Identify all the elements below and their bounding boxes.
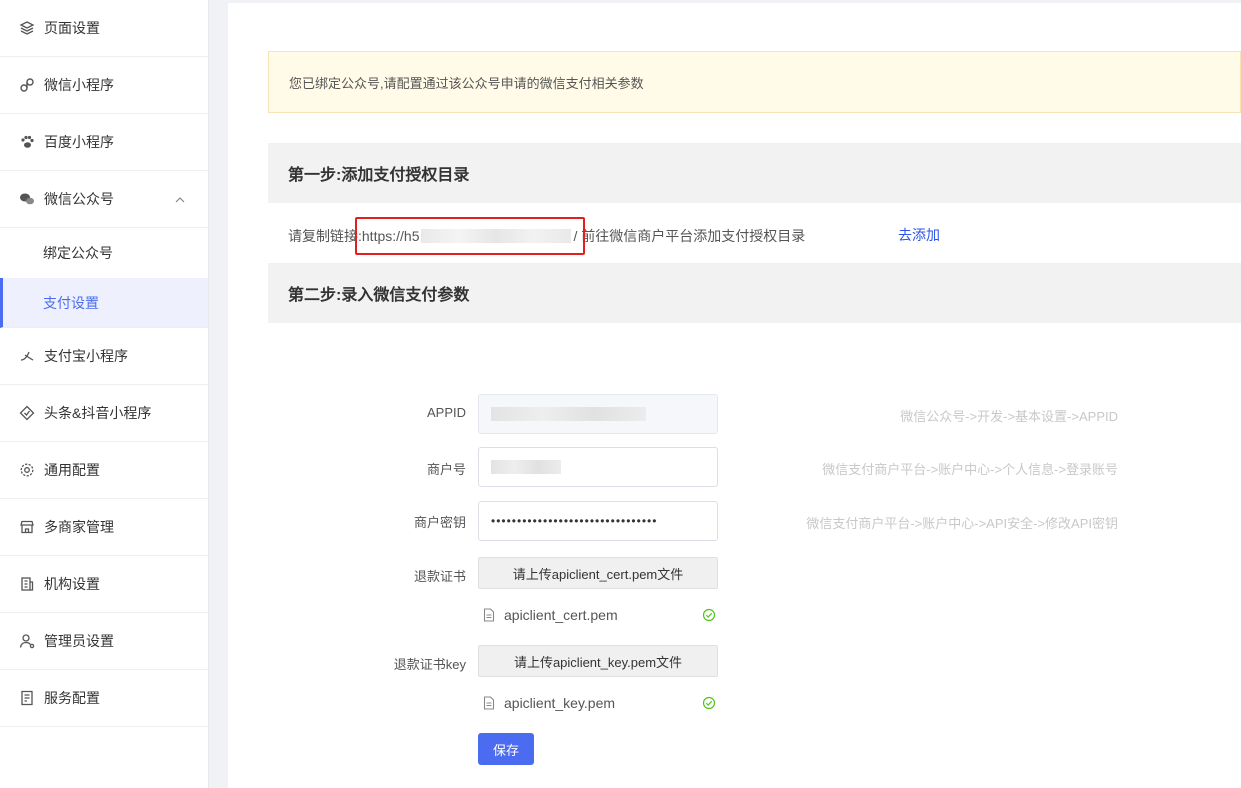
link-icon <box>18 76 36 94</box>
upload-cert-label: 请上传apiclient_cert.pem文件 <box>512 566 684 582</box>
step1-title: 第一步:添加支付授权目录 <box>288 167 470 184</box>
sidebar-item-label: 通用配置 <box>44 462 100 478</box>
sidebar-subitem-bind-official[interactable]: 绑定公众号 <box>0 228 208 278</box>
url-highlight-box <box>355 217 585 255</box>
sidebar-item-label: 头条&抖音小程序 <box>44 405 152 421</box>
gear-icon <box>18 461 36 479</box>
store-icon <box>18 518 36 536</box>
file-icon <box>482 608 496 622</box>
sidebar-item-label: 管理员设置 <box>44 633 114 649</box>
wechat-icon <box>18 190 36 208</box>
merchant-secret-label: 商户密钥 <box>413 515 466 530</box>
sidebar-item-label: 多商家管理 <box>44 519 114 535</box>
sidebar-item-label: 机构设置 <box>44 576 100 592</box>
main-content: 您已绑定公众号,请配置通过该公众号申请的微信支付相关参数 第一步:添加支付授权目… <box>228 3 1241 788</box>
merchant-secret-hint: 微信支付商户平台->账户中心->API安全->修改API密钥 <box>806 516 1118 531</box>
sidebar-item-label: 微信小程序 <box>44 77 114 93</box>
sidebar-item-general-config[interactable]: 通用配置 <box>0 442 208 499</box>
sidebar-item-baidu-miniprogram[interactable]: 百度小程序 <box>0 114 208 171</box>
refund-key-label: 退款证书key <box>393 657 466 672</box>
sidebar-item-label: 服务配置 <box>44 690 100 706</box>
key-file-row: apiclient_key.pem <box>482 691 716 715</box>
notice-text: 您已绑定公众号,请配置通过该公众号申请的微信支付相关参数 <box>289 75 644 91</box>
sidebar-item-service-config[interactable]: 服务配置 <box>0 670 208 727</box>
cert-file-row: apiclient_cert.pem <box>482 603 716 627</box>
merchant-id-input[interactable] <box>478 447 718 487</box>
step1-header: 第一步:添加支付授权目录 <box>268 143 1241 203</box>
appid-input[interactable] <box>478 394 718 434</box>
sidebar-subitem-payment-settings[interactable]: 支付设置 <box>0 278 208 328</box>
sidebar-item-wechat-miniprogram[interactable]: 微信小程序 <box>0 57 208 114</box>
merchant-id-hint: 微信支付商户平台->账户中心->个人信息->登录账号 <box>822 462 1118 477</box>
upload-cert-button[interactable]: 请上传apiclient_cert.pem文件 <box>478 557 718 589</box>
sidebar-subitem-label: 绑定公众号 <box>43 245 113 261</box>
sidebar-item-wechat-official[interactable]: 微信公众号 <box>0 171 208 228</box>
merchant-id-masked-value <box>491 460 561 474</box>
upload-key-label: 请上传apiclient_key.pem文件 <box>513 654 683 670</box>
building-icon <box>18 575 36 593</box>
auth-dir-instruction: / 前往微信商户平台添加支付授权目录 <box>573 228 806 244</box>
alipay-icon <box>18 347 36 365</box>
step2-title: 第二步:录入微信支付参数 <box>288 287 470 304</box>
appid-label: APPID <box>426 405 466 420</box>
merchant-secret-input[interactable]: •••••••••••••••••••••••••••••••• <box>478 501 718 541</box>
document-icon <box>18 689 36 707</box>
go-add-link[interactable]: 去添加 <box>898 225 940 245</box>
file-icon <box>482 696 496 710</box>
sidebar-item-label: 页面设置 <box>44 20 100 36</box>
toutiao-icon <box>18 404 36 422</box>
save-button[interactable]: 保存 <box>478 733 534 765</box>
sidebar-item-page-settings[interactable]: 页面设置 <box>0 0 208 57</box>
check-circle-icon <box>702 696 716 710</box>
upload-key-button[interactable]: 请上传apiclient_key.pem文件 <box>478 645 718 677</box>
sidebar-item-admin-settings[interactable]: 管理员设置 <box>0 613 208 670</box>
merchant-secret-value: •••••••••••••••••••••••••••••••• <box>491 514 658 528</box>
cert-file-name: apiclient_cert.pem <box>504 607 618 623</box>
refund-cert-label: 退款证书 <box>413 569 466 584</box>
sidebar-item-multi-merchant[interactable]: 多商家管理 <box>0 499 208 556</box>
chevron-up-icon[interactable] <box>174 193 186 205</box>
sidebar-item-label: 百度小程序 <box>44 134 114 150</box>
sidebar-item-label: 支付宝小程序 <box>44 348 128 364</box>
sidebar-item-toutiao-douyin[interactable]: 头条&抖音小程序 <box>0 385 208 442</box>
key-file-name: apiclient_key.pem <box>504 695 616 711</box>
copy-link-prefix: 请复制链接: <box>288 228 362 244</box>
paw-icon <box>18 133 36 151</box>
appid-masked-value <box>491 407 646 421</box>
layers-icon <box>18 19 36 37</box>
sidebar-item-alipay-miniprogram[interactable]: 支付宝小程序 <box>0 328 208 385</box>
sidebar-item-label: 微信公众号 <box>44 191 114 207</box>
check-circle-icon <box>702 608 716 622</box>
notice-banner: 您已绑定公众号,请配置通过该公众号申请的微信支付相关参数 <box>268 51 1241 113</box>
step2-header: 第二步:录入微信支付参数 <box>268 263 1241 323</box>
user-icon <box>18 632 36 650</box>
merchant-id-label: 商户号 <box>426 462 466 477</box>
sidebar-item-organization[interactable]: 机构设置 <box>0 556 208 613</box>
sidebar-subitem-label: 支付设置 <box>43 294 99 311</box>
appid-hint: 微信公众号->开发->基本设置->APPID <box>900 409 1118 424</box>
sidebar: 页面设置 微信小程序 百度小程序 微信公众号 绑定公众号 支付设置 支付宝小程序 <box>0 0 209 788</box>
